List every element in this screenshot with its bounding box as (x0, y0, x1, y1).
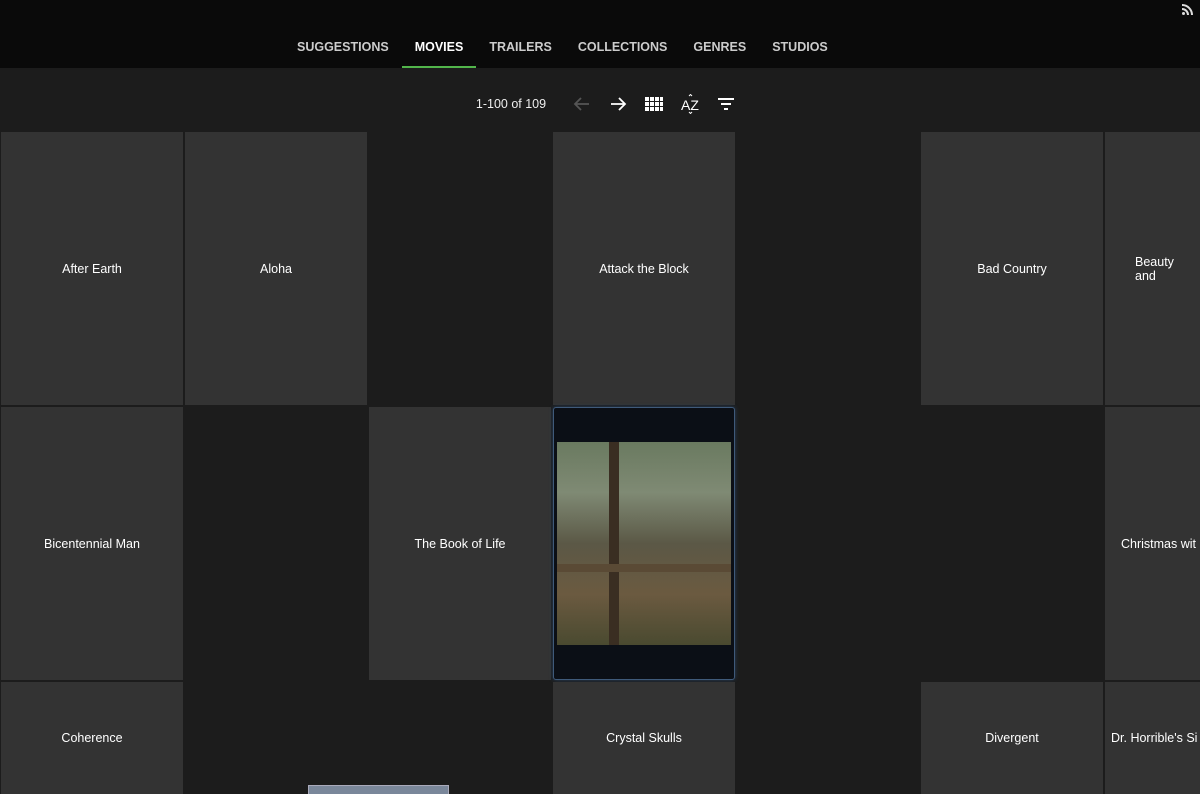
grid-icon[interactable] (636, 86, 672, 122)
arrow-left-icon[interactable] (564, 86, 600, 122)
arrow-right-icon[interactable] (600, 86, 636, 122)
filter-icon[interactable] (708, 86, 744, 122)
movie-card[interactable]: Christmas wit (1105, 407, 1200, 680)
tab-suggestions[interactable]: SUGGESTIONS (284, 28, 402, 68)
movie-card[interactable]: Coherence (1, 682, 183, 794)
movie-card[interactable]: Bad Country (921, 132, 1103, 405)
movie-card[interactable]: Attack the Block (553, 132, 735, 405)
movie-card-focused[interactable] (553, 407, 735, 680)
tab-genres[interactable]: GENRES (680, 28, 759, 68)
svg-text:AZ: AZ (681, 97, 699, 113)
tab-studios[interactable]: STUDIOS (759, 28, 841, 68)
movie-card[interactable]: Aloha (185, 132, 367, 405)
sort-az-icon[interactable]: AZ (672, 86, 708, 122)
tab-trailers[interactable]: TRAILERS (476, 28, 565, 68)
movie-poster-image (557, 442, 731, 645)
movie-card[interactable]: Dr. Horrible's Si (1105, 682, 1200, 794)
tab-bar: SUGGESTIONS MOVIES TRAILERS COLLECTIONS … (284, 28, 841, 68)
page-count: 1-100 of 109 (475, 97, 547, 111)
top-bar: SUGGESTIONS MOVIES TRAILERS COLLECTIONS … (0, 0, 1200, 68)
movie-card[interactable]: Crystal Skulls (553, 682, 735, 794)
movie-card[interactable]: After Earth (1, 132, 183, 405)
movie-card[interactable]: Divergent (921, 682, 1103, 794)
movie-card[interactable]: The Book of Life (369, 407, 551, 680)
loading-placeholder (308, 785, 449, 794)
tab-collections[interactable]: COLLECTIONS (565, 28, 681, 68)
cast-icon[interactable] (1181, 2, 1194, 20)
toolbar: 1-100 of 109 AZ (0, 86, 1200, 122)
tab-movies[interactable]: MOVIES (401, 28, 477, 68)
movie-card[interactable]: Bicentennial Man (1, 407, 183, 680)
movie-card[interactable]: Beauty and (1105, 132, 1200, 405)
